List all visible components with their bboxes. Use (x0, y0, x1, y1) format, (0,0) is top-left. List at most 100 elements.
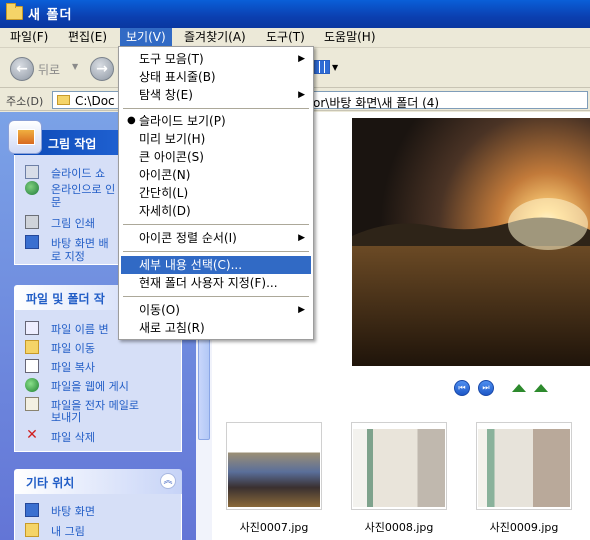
menu-item-list[interactable]: 간단히(L) (121, 184, 311, 202)
back-label: 뒤로 (38, 63, 61, 77)
menu-item-label: 도구 모음(T) (139, 52, 204, 66)
next-image-icon[interactable]: ⏭ (478, 380, 494, 396)
rotate-counterclockwise-icon[interactable] (532, 382, 550, 394)
task-delete[interactable]: ✕ 파일 삭제 (15, 428, 181, 444)
menu-favorites[interactable]: 즐겨찾기(A) (178, 28, 252, 47)
preview-image (352, 118, 590, 366)
place-desktop[interactable]: 바탕 화면 (15, 502, 181, 518)
menu-item-explorer-bar[interactable]: 탐색 창(E) ▶ (121, 86, 311, 104)
menu-item-customize-folder[interactable]: 현재 폴더 사용자 지정(F)... (121, 274, 311, 292)
back-dropdown-icon[interactable]: ▼ (72, 62, 78, 71)
address-path-right: or\바탕 화면\새 폴더 (4) (313, 96, 440, 110)
task-email[interactable]: 파일을 전자 메일로 (15, 396, 181, 412)
task-copy[interactable]: 파일 복사 (15, 358, 181, 374)
menu-help[interactable]: 도움말(H) (318, 28, 382, 47)
place-label: 내 그림 (51, 525, 85, 538)
checked-bullet-icon: ● (127, 115, 136, 126)
menu-edit[interactable]: 편집(E) (62, 28, 113, 47)
menu-item-icons[interactable]: 아이콘(N) (121, 166, 311, 184)
menu-item-refresh[interactable]: 새로 고침(R) (121, 319, 311, 337)
folder-icon (6, 3, 23, 20)
menu-item-label: 아이콘 정렬 순서(I) (139, 231, 237, 245)
place-my-pictures[interactable]: 내 그림 (15, 522, 181, 538)
menu-item-label: 큰 아이콘(S) (139, 150, 204, 164)
desktop-icon (25, 235, 39, 249)
other-places-title: 기타 위치 (26, 476, 75, 490)
menu-item-details[interactable]: 자세히(D) (121, 202, 311, 220)
picture-tasks-icon (8, 120, 42, 154)
menu-item-label: 간단히(L) (139, 186, 189, 200)
views-dropdown-icon[interactable]: ▼ (332, 63, 338, 72)
task-label: 파일 복사 (51, 361, 95, 374)
task-label: 파일 이름 변 (51, 323, 109, 336)
back-button[interactable]: ← (10, 57, 34, 81)
title-bar: 새 폴더 (0, 0, 590, 28)
menu-item-choose-details[interactable]: 세부 내용 선택(C)... (121, 256, 311, 274)
menu-separator (123, 296, 309, 297)
file-folder-tasks-title: 파일 및 폴더 작 (26, 292, 105, 306)
menu-item-label: 미리 보기(H) (139, 132, 206, 146)
printer-icon (25, 215, 39, 229)
task-label: 파일 이동 (51, 342, 95, 355)
menu-item-label: 세부 내용 선택(C)... (139, 258, 243, 272)
task-label: 파일을 웹에 게시 (51, 380, 129, 393)
menu-separator (123, 224, 309, 225)
menu-separator (123, 108, 309, 109)
picture-tasks-title: 그림 작업 (48, 137, 97, 151)
menu-item-arrange-icons[interactable]: 아이콘 정렬 순서(I) ▶ (121, 229, 311, 247)
menu-item-toolbars[interactable]: 도구 모음(T) ▶ (121, 50, 311, 68)
task-label: 슬라이드 쇼 (51, 167, 106, 180)
task-label: 문 (51, 196, 62, 209)
task-label: 보내기 (51, 411, 82, 424)
task-move[interactable]: 파일 이동 (15, 339, 181, 355)
copy-icon (25, 359, 39, 373)
back-arrow-icon: ← (16, 61, 28, 77)
other-places-header[interactable]: 기타 위치 ︽ (14, 469, 182, 494)
menu-item-large-icons[interactable]: 큰 아이콘(S) (121, 148, 311, 166)
task-publish-web[interactable]: 파일을 웹에 게시 (15, 377, 181, 393)
task-label: 로 지정 (51, 250, 85, 263)
place-label: 바탕 화면 (51, 505, 95, 518)
globe-icon (25, 181, 39, 195)
menu-item-label: 탐색 창(E) (139, 88, 193, 102)
menu-bar: 파일(F) 편집(E) 보기(V) 즐겨찾기(A) 도구(T) 도움말(H) (0, 28, 590, 48)
collapse-chevron-icon[interactable]: ︽ (160, 473, 176, 489)
task-email-cont[interactable]: 보내기 (15, 411, 181, 425)
menu-item-label: 이동(O) (139, 303, 180, 317)
views-icon[interactable] (314, 60, 330, 74)
thumbnail[interactable] (476, 422, 572, 510)
menu-file[interactable]: 파일(F) (4, 28, 54, 47)
thumbnail-label[interactable]: 사진0008.jpg (339, 519, 459, 535)
web-publish-icon (25, 378, 39, 392)
desktop-icon (25, 503, 39, 517)
submenu-arrow-icon: ▶ (298, 54, 305, 64)
task-label: 그림 인쇄 (51, 217, 95, 230)
menu-item-go-to[interactable]: 이동(O) ▶ (121, 301, 311, 319)
menu-item-label: 현재 폴더 사용자 지정(F)... (139, 276, 278, 290)
rotate-clockwise-icon[interactable] (510, 382, 528, 394)
menu-item-label: 슬라이드 보기(P) (139, 114, 226, 128)
menu-item-filmstrip[interactable]: ● 슬라이드 보기(P) (121, 112, 311, 130)
menu-item-label: 새로 고침(R) (139, 321, 205, 335)
address-path-left: C:\Doc (75, 94, 115, 108)
other-places-list: 바탕 화면 내 그림 (14, 494, 182, 540)
thumbnail[interactable] (226, 422, 322, 510)
menu-view[interactable]: 보기(V) (120, 28, 172, 47)
thumbnail-label[interactable]: 사진0007.jpg (214, 519, 334, 535)
email-icon (25, 397, 39, 411)
menu-separator (123, 251, 309, 252)
forward-arrow-icon: → (96, 61, 108, 77)
slideshow-icon (25, 165, 39, 179)
thumbnail-label[interactable]: 사진0009.jpg (464, 519, 584, 535)
previous-image-icon[interactable]: ⏮ (454, 380, 470, 396)
task-label: 파일 삭제 (51, 431, 95, 444)
menu-item-thumbnails[interactable]: 미리 보기(H) (121, 130, 311, 148)
menu-item-status-bar[interactable]: 상태 표시줄(B) (121, 68, 311, 86)
menu-tools[interactable]: 도구(T) (260, 28, 311, 47)
thumbnail[interactable] (351, 422, 447, 510)
menu-item-label: 아이콘(N) (139, 168, 191, 182)
forward-button[interactable]: → (90, 57, 114, 81)
delete-icon: ✕ (26, 427, 38, 443)
other-places-panel: 기타 위치 ︽ 바탕 화면 내 그림 (14, 469, 182, 540)
folder-icon (57, 95, 70, 105)
